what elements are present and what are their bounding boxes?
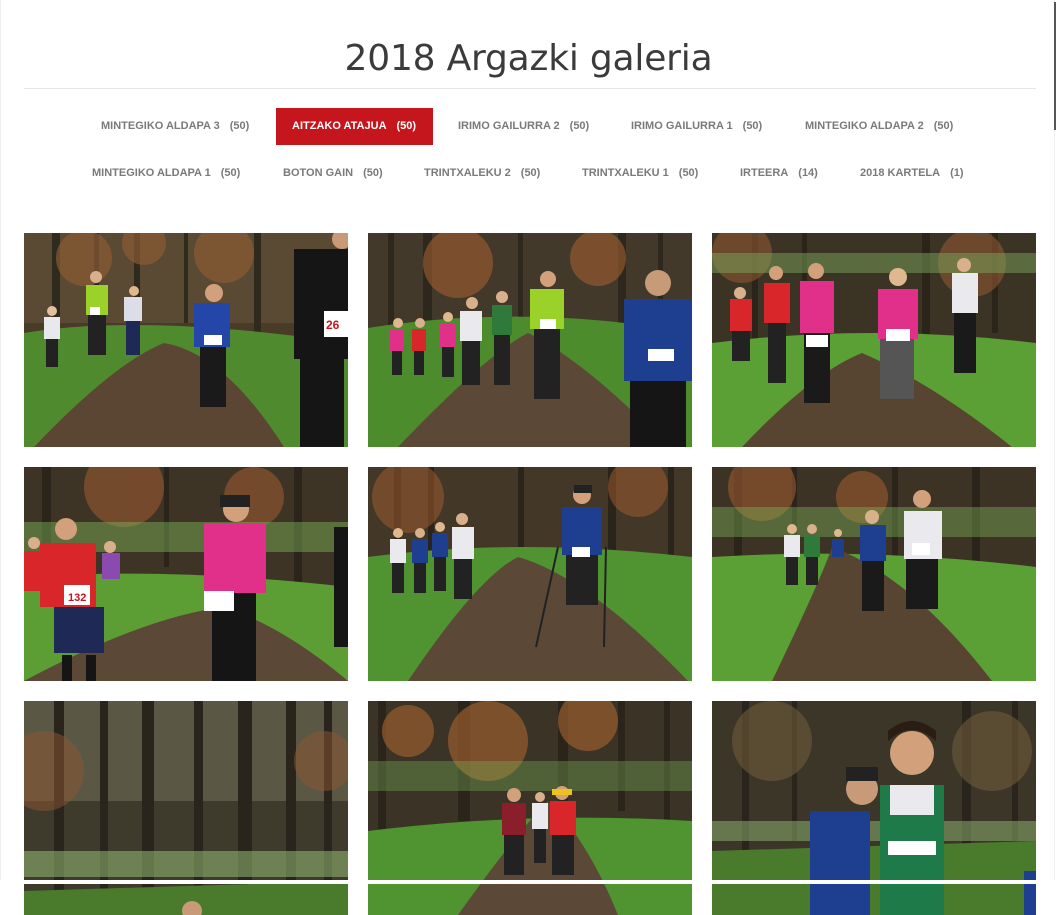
- filter-count: (50): [396, 120, 417, 132]
- gallery-photo-2[interactable]: [368, 233, 692, 447]
- filter-label: MINTEGIKO ALDAPA 1: [92, 167, 211, 179]
- filter-trintxaleku-1[interactable]: TRINTXALEKU 1 (50): [566, 155, 714, 192]
- filter-mintegiko-aldapa-2[interactable]: MINTEGIKO ALDAPA 2 (50): [789, 108, 969, 145]
- filter-count: (50): [520, 167, 541, 179]
- filter-count: (50): [229, 120, 250, 132]
- filter-label: 2018 KARTELA: [860, 167, 941, 179]
- runners-photo: 26: [24, 233, 348, 447]
- filter-label: TRINTXALEKU 1: [582, 167, 669, 179]
- bib-number: 132: [68, 592, 86, 604]
- filter-label: MINTEGIKO ALDAPA 3: [101, 120, 220, 132]
- filter-label: BOTON GAIN: [283, 167, 354, 179]
- page-title: 2018 Argazki galeria: [344, 38, 713, 79]
- runners-photo: [368, 233, 692, 447]
- filter-row-2: MINTEGIKO ALDAPA 1 (50) BOTON GAIN (50) TR…: [0, 155, 1057, 193]
- filter-count: (14): [798, 167, 818, 179]
- filter-irimo-gailurra-2[interactable]: IRIMO GAILURRA 2 (50): [442, 108, 605, 145]
- filter-count: (50): [742, 120, 763, 132]
- filter-2018-kartela[interactable]: 2018 KARTELA (1): [844, 155, 980, 192]
- filter-label: MINTEGIKO ALDAPA 2: [805, 120, 924, 132]
- filter-label: AITZAKO ATAJUA: [292, 120, 387, 132]
- filter-label: TRINTXALEKU 2: [424, 167, 511, 179]
- filter-label: IRIMO GAILURRA 1: [631, 120, 733, 132]
- filter-count: (50): [678, 167, 699, 179]
- filter-irteera[interactable]: IRTEERA (14): [724, 155, 834, 192]
- filter-mintegiko-aldapa-3[interactable]: MINTEGIKO ALDAPA 3 (50): [85, 108, 265, 145]
- gallery-photo-1[interactable]: 26: [24, 233, 348, 447]
- filter-label: IRIMO GAILURRA 2: [458, 120, 560, 132]
- title-divider: [24, 88, 1036, 89]
- runners-photo: 132: [24, 467, 348, 681]
- filter-irimo-gailurra-1[interactable]: IRIMO GAILURRA 1 (50): [615, 108, 778, 145]
- filter-count: (50): [569, 120, 590, 132]
- filter-count: (50): [363, 167, 383, 179]
- gallery-photo-5[interactable]: [368, 467, 692, 681]
- filter-mintegiko-aldapa-1[interactable]: MINTEGIKO ALDAPA 1 (50): [76, 155, 256, 192]
- bib-number: 26: [326, 318, 340, 332]
- filter-trintxaleku-2[interactable]: TRINTXALEKU 2 (50): [408, 155, 556, 192]
- page-bottom-edge: [0, 880, 1057, 884]
- filter-count: (1): [950, 167, 964, 179]
- filter-row-1: MINTEGIKO ALDAPA 3 (50) AITZAKO ATAJUA (50…: [0, 108, 1057, 146]
- gallery-photo-4[interactable]: 132: [24, 467, 348, 681]
- runners-photo: [368, 467, 692, 681]
- filter-label: IRTEERA: [740, 167, 789, 179]
- filter-count: (50): [220, 167, 241, 179]
- runners-photo: [712, 467, 1036, 681]
- gallery-photo-6[interactable]: [712, 467, 1036, 681]
- runners-photo: [712, 233, 1036, 447]
- filter-count: (50): [933, 120, 954, 132]
- filter-aitzako-atajua[interactable]: AITZAKO ATAJUA (50): [276, 108, 433, 145]
- filter-boton-gain[interactable]: BOTON GAIN (50): [267, 155, 399, 192]
- gallery-photo-3[interactable]: [712, 233, 1036, 447]
